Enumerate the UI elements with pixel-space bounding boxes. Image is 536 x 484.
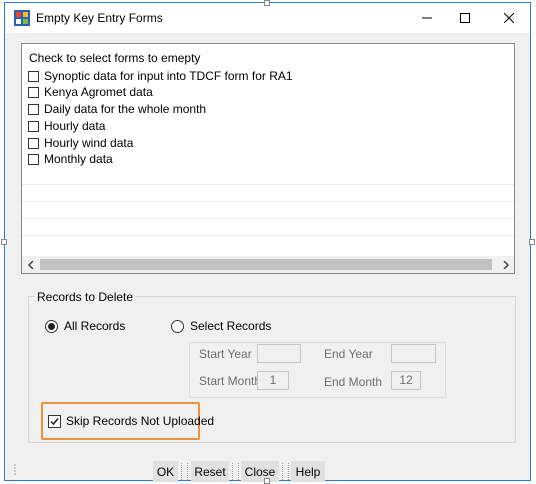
chevron-left-icon: [27, 260, 34, 269]
row-divider: [22, 235, 514, 236]
scroll-right-button[interactable]: [497, 256, 514, 273]
list-item-label: Synoptic data for input into TDCF form f…: [44, 69, 293, 83]
close-button[interactable]: [490, 3, 528, 33]
radio-button[interactable]: [171, 319, 184, 333]
list-item-label: Kenya Agromet data: [44, 85, 153, 99]
resize-handle[interactable]: [264, 478, 270, 484]
close-icon: [504, 13, 514, 23]
reset-button[interactable]: Reset: [191, 461, 229, 482]
radio-selected-dot: [48, 322, 55, 330]
row-divider: [22, 218, 514, 219]
dialog-window: Empty Key Entry Forms Check to select fo…: [4, 2, 531, 482]
list-item-label: Hourly wind data: [44, 136, 134, 150]
all-records-label: All Records: [64, 319, 126, 333]
checklist-header: Check to select forms to emepty: [29, 51, 201, 65]
records-group-label: Records to Delete: [35, 290, 136, 304]
checkmark-icon: [50, 417, 59, 425]
skip-records-checkbox[interactable]: Skip Records Not Uploaded: [48, 414, 214, 428]
start-month-label: Start Month: [199, 374, 262, 388]
window-title: Empty Key Entry Forms: [36, 11, 163, 25]
end-year-label: End Year: [324, 347, 373, 361]
chevron-right-icon: [502, 260, 509, 269]
list-item[interactable]: Kenya Agromet data: [28, 84, 153, 100]
list-item[interactable]: Daily data for the whole month: [28, 101, 206, 117]
toolbar-separator: [232, 463, 239, 480]
app-icon: [14, 10, 30, 26]
skip-records-label: Skip Records Not Uploaded: [66, 414, 215, 428]
toolbar-separator: [282, 463, 289, 480]
end-month-field[interactable]: 12: [391, 371, 421, 390]
start-year-field[interactable]: [257, 344, 301, 363]
scroll-thumb[interactable]: [40, 259, 492, 270]
close-dialog-button[interactable]: Close: [241, 461, 279, 482]
checkbox[interactable]: [28, 120, 39, 132]
minimize-icon: [422, 17, 432, 19]
minimize-button[interactable]: [408, 3, 446, 33]
resize-handle[interactable]: [529, 239, 535, 245]
scroll-left-button[interactable]: [22, 256, 39, 273]
horizontal-scrollbar[interactable]: [22, 256, 514, 273]
list-item-label: Daily data for the whole month: [44, 102, 207, 116]
list-item-label: Hourly data: [44, 119, 106, 133]
select-records-label: Select Records: [190, 319, 272, 333]
checkbox[interactable]: [28, 153, 39, 165]
radio-button[interactable]: [45, 319, 58, 333]
checkbox[interactable]: [28, 70, 39, 82]
start-year-label: Start Year: [199, 347, 252, 361]
checkbox[interactable]: [28, 137, 39, 149]
start-month-field[interactable]: 1: [257, 371, 289, 390]
end-year-field[interactable]: [391, 344, 436, 363]
row-divider: [22, 184, 514, 185]
resize-handle[interactable]: [264, 0, 270, 6]
checkbox[interactable]: [48, 414, 61, 428]
toolbar-separator: [181, 463, 188, 480]
maximize-button[interactable]: [446, 3, 484, 33]
checkbox[interactable]: [28, 103, 39, 115]
row-divider: [22, 201, 514, 202]
list-item[interactable]: Hourly data: [28, 118, 105, 134]
maximize-icon: [460, 13, 470, 23]
list-item[interactable]: Synoptic data for input into TDCF form f…: [28, 68, 293, 84]
ok-button[interactable]: OK: [153, 461, 178, 482]
list-item[interactable]: Hourly wind data: [28, 135, 133, 151]
help-button[interactable]: Help: [291, 461, 325, 482]
checkbox[interactable]: [28, 86, 39, 98]
title-bar[interactable]: Empty Key Entry Forms: [5, 3, 530, 33]
list-item-label: Monthly data: [44, 152, 113, 166]
end-month-label: End Month: [324, 375, 383, 389]
list-item[interactable]: Monthly data: [28, 151, 113, 167]
resize-handle[interactable]: [1, 239, 7, 245]
forms-checklist[interactable]: Check to select forms to emepty Synoptic…: [21, 43, 515, 274]
grip-icon: [14, 464, 16, 475]
all-records-radio[interactable]: All Records: [45, 319, 125, 333]
select-records-radio[interactable]: Select Records: [171, 319, 271, 333]
